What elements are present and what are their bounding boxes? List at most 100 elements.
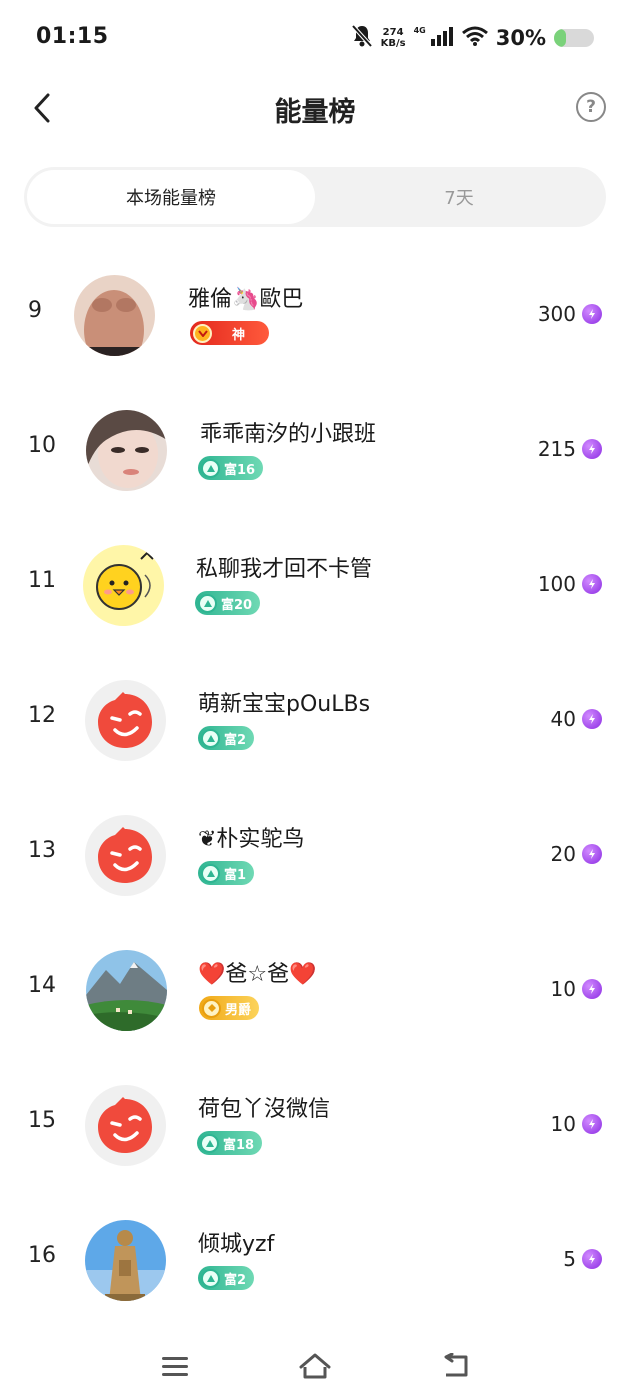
system-nav-bar [0,1330,630,1400]
tab-current-session[interactable]: 本场能量榜 [27,170,315,224]
energy-score: 20 [551,842,602,866]
back-icon[interactable] [437,1348,473,1384]
ranking-row[interactable]: 10 乖乖南汐的小跟班 富16 215 [0,383,630,518]
level-badge: 富20 [195,591,261,615]
level-badge: 富2 [198,1266,255,1290]
triangle-icon [201,863,220,883]
score-value: 40 [550,707,576,731]
score-value: 10 [550,977,576,1001]
badge-label: 神 [232,327,246,343]
energy-score: 5 [563,1247,602,1271]
triangle-icon [201,458,220,478]
level-badge: 神 [190,321,270,345]
battery-icon [554,29,594,47]
level-badge: 富2 [198,726,255,750]
rank-number: 14 [28,973,56,998]
ranking-row[interactable]: 13 ❦朴实鸵鸟 富1 20 [0,788,630,923]
avatar[interactable] [74,275,155,356]
level-badge: 富18 [197,1131,263,1155]
triangle-icon [198,593,217,613]
triangle-icon [200,1133,219,1153]
energy-score: 40 [551,707,602,731]
badge-label: 富18 [223,1137,255,1153]
score-value: 215 [537,437,576,461]
level-badge: 男爵 [199,996,260,1020]
ranking-row[interactable]: 16 倾城yzf 富2 5 [0,1193,630,1328]
avatar[interactable] [86,950,167,1031]
badge-label: 富20 [221,597,253,613]
rank-number: 11 [28,568,56,593]
energy-bolt-icon [582,1249,602,1269]
header: 能量榜 ? [0,76,630,140]
energy-score: 10 [551,977,602,1001]
badge-label: 富16 [224,462,256,478]
score-value: 10 [550,1112,576,1136]
level-badge: 富1 [198,861,255,885]
user-name: 萌新宝宝pOuLBs [198,692,371,717]
badge-label: 富2 [224,1272,247,1288]
ranking-row[interactable]: 14 ❤️爸☆爸❤️ 男爵 10 [0,923,630,1058]
ranking-row[interactable]: 11 私聊我才回不卡管 富20 100 [0,518,630,653]
wifi-icon [461,26,488,50]
rank-number: 10 [28,433,56,458]
energy-score: 10 [551,1112,602,1136]
user-name: 倾城yzf [198,1232,275,1257]
net-speed: 274 KB/s [381,27,406,49]
score-value: 300 [537,302,576,326]
energy-bolt-icon [582,439,602,459]
avatar[interactable] [85,680,166,761]
user-name: ❤️爸☆爸❤️ [198,962,317,987]
network-type: 4G [413,25,426,35]
diamond-icon [202,998,221,1018]
battery-percent: 30% [495,26,546,50]
energy-score: 300 [538,302,602,326]
ranking-row[interactable]: 15 荷包丫沒微信 富18 10 [0,1058,630,1193]
signal-icon [430,26,454,50]
help-icon[interactable]: ? [576,92,606,122]
level-badge: 富16 [198,456,264,480]
menu-icon[interactable] [157,1348,193,1384]
avatar[interactable] [83,545,164,626]
energy-bolt-icon [582,844,602,864]
home-icon[interactable] [297,1348,333,1384]
net-speed-value: 274 [382,27,404,38]
page-title: 能量榜 [274,97,356,128]
tab-7-days[interactable]: 7天 [315,170,603,224]
rank-number: 13 [28,838,56,863]
rank-number: 9 [28,298,42,323]
avatar[interactable] [85,1085,166,1166]
energy-bolt-icon [582,574,602,594]
rank-number: 12 [28,703,56,728]
user-name: ❦朴实鸵鸟 [198,827,305,852]
energy-bolt-icon [582,979,602,999]
bell-off-icon [351,24,373,52]
status-time: 01:15 [36,24,109,49]
avatar[interactable] [85,1220,166,1301]
energy-bolt-icon [582,304,602,324]
triangle-icon [201,1268,220,1288]
score-value: 100 [537,572,576,596]
avatar[interactable] [85,815,166,896]
ranking-list: 9 雅倫🦄歐巴 神 300 10 乖乖南汐的小跟班 富16 215 11 私聊我… [0,248,630,1328]
energy-score: 215 [538,437,602,461]
user-name: 乖乖南汐的小跟班 [200,422,377,447]
rank-number: 15 [28,1108,56,1133]
user-name: 荷包丫沒微信 [198,1097,331,1122]
badge-label: 男爵 [225,1002,252,1018]
energy-bolt-icon [582,709,602,729]
tab-bar: 本场能量榜 7天 [24,167,606,227]
crown-icon [193,323,212,343]
energy-score: 100 [538,572,602,596]
rank-number: 16 [28,1243,56,1268]
badge-label: 富1 [224,867,247,883]
energy-bolt-icon [582,1114,602,1134]
ranking-row[interactable]: 9 雅倫🦄歐巴 神 300 [0,248,630,383]
status-bar: 01:15 274 KB/s 4G 30% [0,0,630,76]
avatar[interactable] [86,410,167,491]
triangle-icon [201,728,220,748]
status-icons: 274 KB/s 4G 30% [351,22,594,54]
user-name: 雅倫🦄歐巴 [188,287,304,312]
ranking-row[interactable]: 12 萌新宝宝pOuLBs 富2 40 [0,653,630,788]
badge-label: 富2 [224,732,247,748]
battery-fill [554,29,566,47]
